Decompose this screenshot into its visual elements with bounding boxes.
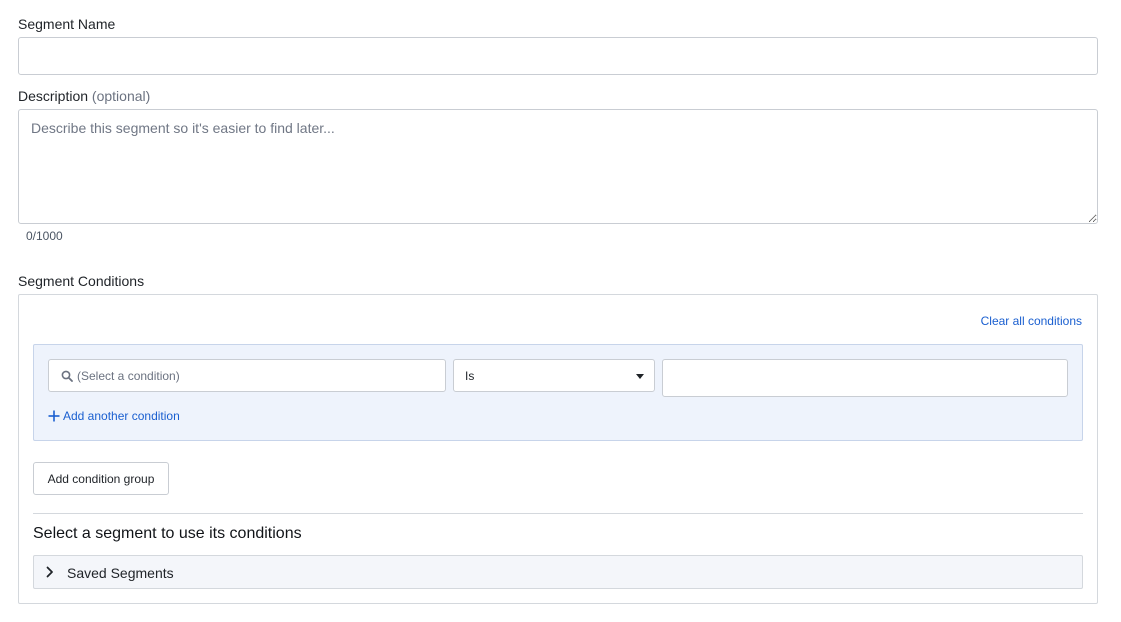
segment-conditions-label: Segment Conditions (18, 273, 145, 289)
saved-segments-accordion[interactable]: Saved Segments (33, 555, 1083, 589)
caret-down-icon (636, 374, 644, 379)
operator-select[interactable]: Is (453, 359, 655, 392)
add-another-condition-label: Add another condition (63, 409, 180, 423)
segment-name-input[interactable] (18, 37, 1098, 75)
chevron-right-icon (46, 566, 53, 578)
saved-segments-label: Saved Segments (67, 565, 174, 581)
plus-icon (48, 410, 60, 422)
add-another-condition-link[interactable]: Add another condition (48, 408, 180, 424)
clear-all-conditions-link[interactable]: Clear all conditions (981, 314, 1082, 328)
condition-select-placeholder: (Select a condition) (77, 369, 180, 383)
description-optional-hint: (optional) (91, 88, 151, 104)
segment-name-label-text: Segment Name (18, 16, 116, 32)
description-label: Description (optional) (18, 88, 150, 104)
description-textarea[interactable] (18, 109, 1098, 224)
add-condition-group-button[interactable]: Add condition group (33, 462, 169, 495)
condition-group: (Select a condition) Is Add another cond… (33, 344, 1083, 441)
search-icon (61, 370, 73, 382)
operator-select-value: Is (465, 369, 475, 383)
condition-select[interactable]: (Select a condition) (48, 359, 446, 392)
section-divider (33, 513, 1083, 514)
description-char-counter: 0/1000 (26, 229, 63, 243)
segment-conditions-panel: Clear all conditions (Select a condition… (18, 294, 1098, 604)
condition-value-input[interactable] (662, 359, 1068, 397)
description-label-text: Description (18, 88, 89, 104)
saved-segments-heading: Select a segment to use its conditions (33, 525, 302, 542)
segment-name-label: Segment Name (18, 16, 115, 32)
